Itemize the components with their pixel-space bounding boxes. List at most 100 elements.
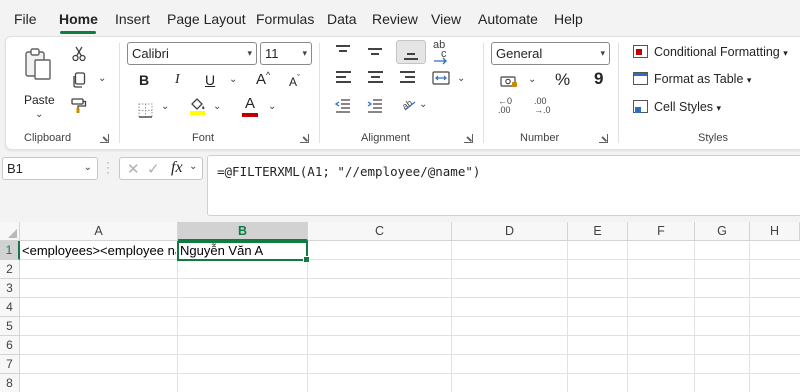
row-header-4[interactable]: 4	[0, 298, 20, 317]
chevron-down-icon[interactable]: ⌄	[98, 73, 106, 84]
font-size-combo[interactable]: 11 ▾	[260, 42, 312, 65]
tab-automate[interactable]: Automate	[478, 11, 538, 27]
group-divider	[483, 43, 484, 143]
align-center-icon[interactable]	[368, 71, 384, 87]
formula-text: =@FILTERXML(A1; "//employee/@name")	[217, 164, 481, 179]
select-all-button[interactable]	[0, 222, 20, 241]
align-left-icon[interactable]	[336, 71, 352, 87]
clipboard-dialog-launcher-icon[interactable]	[100, 134, 109, 143]
chevron-down-icon[interactable]: ⌄	[229, 74, 237, 85]
tab-help[interactable]: Help	[554, 11, 583, 27]
insert-function-button[interactable]: fx	[171, 159, 183, 177]
bottom-align-icon	[404, 45, 420, 61]
wrap-text-button[interactable]: ab c	[433, 40, 453, 65]
cell-a1[interactable]: <employees><employee name	[22, 243, 176, 258]
bold-button[interactable]: B	[139, 72, 149, 88]
underline-button[interactable]: U	[205, 72, 215, 88]
column-header-g[interactable]: G	[695, 222, 750, 241]
alignment-dialog-launcher-icon[interactable]	[464, 134, 473, 143]
row-header-3[interactable]: 3	[0, 279, 20, 298]
tab-view[interactable]: View	[431, 11, 461, 27]
row-header-2[interactable]: 2	[0, 260, 20, 279]
tab-page-layout[interactable]: Page Layout	[167, 11, 246, 27]
row-header-5[interactable]: 5	[0, 317, 20, 336]
column-header-h[interactable]: H	[750, 222, 800, 241]
alignment-group-label: Alignment	[361, 132, 410, 144]
chevron-down-icon[interactable]: ⌄	[457, 73, 465, 84]
gridline	[20, 297, 800, 298]
percent-style-button[interactable]: %	[555, 70, 570, 90]
chevron-down-icon[interactable]: ⌄	[268, 101, 276, 112]
gridline	[20, 335, 800, 336]
chevron-down-icon: ▾	[783, 48, 788, 58]
row-header-8[interactable]: 8	[0, 374, 20, 392]
font-name-combo[interactable]: Calibri ▾	[127, 42, 257, 65]
decrease-decimal-button[interactable]: .00 →.0	[534, 97, 556, 119]
chevron-down-icon[interactable]: ⌄	[161, 101, 169, 112]
column-header-e[interactable]: E	[568, 222, 628, 241]
group-divider	[618, 43, 619, 143]
chevron-down-icon: ▾	[600, 48, 605, 58]
column-header-d[interactable]: D	[452, 222, 568, 241]
orientation-icon[interactable]: ab	[398, 93, 420, 115]
row-header-6[interactable]: 6	[0, 336, 20, 355]
chevron-down-icon[interactable]: ⌄	[189, 161, 197, 172]
paste-icon	[25, 48, 51, 80]
paste-label: Paste	[24, 93, 55, 107]
column-header-a[interactable]: A	[20, 222, 178, 241]
tab-home[interactable]: Home	[59, 11, 98, 27]
chevron-down-icon[interactable]: ⌄	[419, 99, 427, 110]
tab-file[interactable]: File	[14, 11, 37, 27]
styles-group-label: Styles	[698, 132, 728, 144]
tab-review[interactable]: Review	[372, 11, 418, 27]
font-dialog-launcher-icon[interactable]	[300, 134, 309, 143]
column-header-c[interactable]: C	[308, 222, 452, 241]
accounting-format-icon[interactable]	[498, 70, 520, 92]
column-header-f[interactable]: F	[628, 222, 695, 241]
chevron-down-icon: ▾	[247, 48, 252, 58]
enter-icon[interactable]: ✓	[147, 160, 160, 178]
paste-button[interactable]: Paste ⌄	[20, 45, 58, 120]
decrease-indent-icon[interactable]	[332, 95, 354, 117]
top-align-icon[interactable]	[336, 43, 352, 59]
formula-input[interactable]: =@FILTERXML(A1; "//employee/@name")	[207, 155, 800, 216]
row-header-1[interactable]: 1	[0, 241, 20, 260]
group-divider	[119, 43, 120, 143]
number-format-combo[interactable]: General ▾	[491, 42, 610, 65]
group-divider	[319, 43, 320, 143]
gridline	[20, 259, 800, 260]
chevron-down-icon[interactable]: ⌄	[213, 101, 221, 112]
shrink-font-button[interactable]: Aˇ	[289, 73, 300, 89]
grow-font-button[interactable]: A^	[256, 70, 270, 88]
italic-button[interactable]: I	[175, 72, 180, 88]
format-as-table-icon	[633, 72, 648, 85]
fill-color-icon[interactable]	[186, 95, 208, 117]
format-painter-icon[interactable]	[68, 95, 90, 117]
cut-icon[interactable]	[68, 43, 90, 65]
comma-style-button[interactable]: 9	[594, 69, 603, 89]
name-box[interactable]: B1 ⌄	[2, 157, 98, 180]
chevron-down-icon: ▾	[746, 75, 752, 85]
conditional-formatting-button[interactable]: Conditional Formatting ▾	[633, 45, 788, 59]
row-header-7[interactable]: 7	[0, 355, 20, 374]
copy-icon[interactable]	[68, 69, 90, 91]
tab-formulas[interactable]: Formulas	[256, 11, 314, 27]
borders-icon[interactable]	[134, 99, 156, 121]
chevron-down-icon[interactable]: ⌄	[528, 74, 536, 85]
tab-data[interactable]: Data	[327, 11, 357, 27]
format-as-table-button[interactable]: Format as Table ▾	[633, 72, 751, 86]
increase-decimal-button[interactable]: ←0.00	[498, 97, 520, 119]
tab-insert[interactable]: Insert	[115, 11, 150, 27]
increase-indent-icon[interactable]	[364, 95, 386, 117]
number-dialog-launcher-icon[interactable]	[599, 134, 608, 143]
cancel-icon[interactable]: ✕	[127, 160, 140, 178]
bottom-align-button[interactable]	[396, 40, 426, 64]
cell-styles-button[interactable]: Cell Styles ▾	[633, 100, 721, 114]
font-color-button[interactable]: A	[241, 95, 261, 117]
cell-area[interactable]: <employees><employee name Nguyễn Văn A	[20, 241, 800, 392]
merge-center-icon[interactable]	[430, 67, 452, 89]
column-header-b[interactable]: B	[178, 222, 308, 241]
middle-align-icon[interactable]	[368, 43, 384, 59]
align-right-icon[interactable]	[400, 71, 416, 87]
conditional-formatting-label: Conditional Formatting	[654, 45, 780, 59]
